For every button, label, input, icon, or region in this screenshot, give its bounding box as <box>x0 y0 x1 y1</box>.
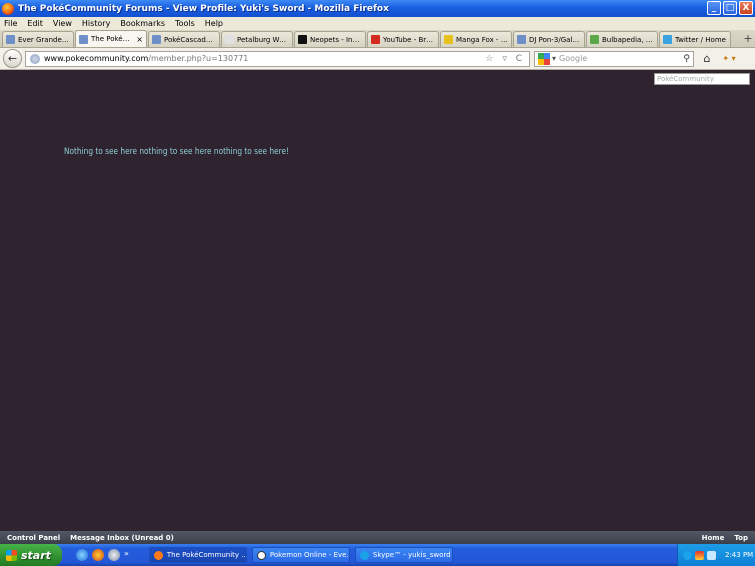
profile-message: Nothing to see here nothing to see here … <box>64 147 290 157</box>
mangafox-icon <box>444 35 453 44</box>
minimize-button[interactable]: _ <box>707 1 721 15</box>
page-icon <box>225 35 234 44</box>
window-titlebar: The PokéCommunity Forums - View Profile:… <box>0 0 755 17</box>
tab-ever-grande[interactable]: Ever Grande Cit... <box>2 31 74 47</box>
google-icon[interactable] <box>538 52 550 65</box>
search-input[interactable]: ▾ Google ⚲ <box>534 50 694 67</box>
search-placeholder: Google <box>559 54 588 63</box>
windows-logo-icon <box>6 549 17 561</box>
security-tray-icon[interactable] <box>695 550 704 560</box>
tab-label: Ever Grande Cit... <box>18 35 70 44</box>
home-link[interactable]: Home <box>702 534 725 542</box>
menu-help[interactable]: Help <box>205 19 223 28</box>
home-icon[interactable]: ⌂ <box>698 52 716 65</box>
tab-djpon3[interactable]: DJ Pon-3/Galler... <box>513 31 585 47</box>
tab-label: Twitter / Home <box>675 35 726 44</box>
firefox-icon <box>153 550 163 560</box>
firefox-icon <box>2 2 14 15</box>
tab-bulbapedia[interactable]: Bulbapedia, the... <box>586 31 658 47</box>
bulbapedia-icon <box>590 35 599 44</box>
top-link[interactable]: Top <box>734 534 748 542</box>
task-pokemon-online[interactable]: Pokemon Online - Eve... <box>251 547 350 563</box>
network-tray-icon[interactable] <box>707 550 716 560</box>
task-firefox[interactable]: The PokéCommunity ... <box>148 547 247 563</box>
window-controls: _ □ X <box>707 1 753 15</box>
url-bar[interactable]: www.pokecommunity.com/member.php?u=13077… <box>25 50 530 67</box>
globe-icon <box>30 53 40 64</box>
firefox-quicklaunch-icon[interactable] <box>92 549 104 561</box>
page-icon <box>6 35 15 44</box>
bookmark-star-icon[interactable]: ☆ ▿ C <box>485 54 525 64</box>
skype-icon <box>359 550 369 560</box>
star-icon <box>298 35 307 44</box>
menu-history[interactable]: History <box>82 19 110 28</box>
tab-pokecommunity[interactable]: The PokéCo... × <box>75 30 147 47</box>
menu-edit[interactable]: Edit <box>27 19 43 28</box>
site-search-input[interactable]: PokéCommunity <box>654 73 750 85</box>
windows-taskbar: start » The PokéCommunity ... Pokemon On… <box>0 544 755 566</box>
search-icon[interactable]: ⚲ <box>683 54 690 64</box>
search-engine-dropdown-icon[interactable]: ▾ <box>552 54 556 63</box>
new-tab-button[interactable]: + <box>741 31 755 47</box>
close-button[interactable]: X <box>739 1 753 15</box>
menu-file[interactable]: File <box>4 19 17 28</box>
maximize-button[interactable]: □ <box>723 1 737 15</box>
tab-label: YouTube - Broa... <box>383 35 435 44</box>
control-panel-link[interactable]: Control Panel <box>7 534 60 542</box>
tab-neopets[interactable]: Neopets - Inve... <box>294 31 366 47</box>
tab-twitter[interactable]: Twitter / Home <box>659 31 731 47</box>
message-inbox-link[interactable]: Message Inbox (Unread 0) <box>70 534 174 542</box>
tab-label: DJ Pon-3/Galler... <box>529 35 581 44</box>
forum-footer-bar: Control Panel Message Inbox (Unread 0) H… <box>0 531 755 544</box>
tab-petalburg[interactable]: Petalburg Woo... <box>221 31 293 47</box>
window-title: The PokéCommunity Forums - View Profile:… <box>18 3 389 14</box>
tab-pokecascade[interactable]: PokéCascade F... <box>148 31 220 47</box>
navigation-bar: ← www.pokecommunity.com/member.php?u=130… <box>0 48 755 70</box>
tab-close-icon[interactable]: × <box>136 35 143 44</box>
tab-label: Bulbapedia, the... <box>602 35 654 44</box>
start-label: start <box>21 548 51 562</box>
system-tray: 2:43 PM <box>677 544 755 566</box>
youtube-icon <box>371 35 380 44</box>
twitter-icon <box>663 35 672 44</box>
clock: 2:43 PM <box>725 551 754 559</box>
url-domain: www.pokecommunity.com <box>44 54 149 63</box>
quick-launch-more-icon[interactable]: » <box>124 549 129 561</box>
media-icon[interactable] <box>108 549 120 561</box>
pokeball-icon <box>256 550 266 560</box>
tab-label: The PokéCo... <box>91 35 135 43</box>
tab-youtube[interactable]: YouTube - Broa... <box>367 31 439 47</box>
task-label: Pokemon Online - Eve... <box>269 551 350 559</box>
addon-icon[interactable]: ✦ ▾ <box>720 54 738 63</box>
skype-tray-icon[interactable] <box>683 550 692 560</box>
start-button[interactable]: start <box>0 544 62 566</box>
back-button[interactable]: ← <box>3 49 22 68</box>
tab-label: Petalburg Woo... <box>237 35 289 44</box>
page-content: PokéCommunity Nothing to see here nothin… <box>0 71 755 531</box>
page-icon <box>517 35 526 44</box>
page-icon <box>152 35 161 44</box>
quick-launch: » <box>76 549 129 561</box>
url-path: /member.php?u=130771 <box>148 54 249 63</box>
menu-bar: File Edit View History Bookmarks Tools H… <box>0 17 755 30</box>
task-label: Skype™ - yukis_sword <box>372 551 451 559</box>
ie-icon[interactable] <box>76 549 88 561</box>
menu-view[interactable]: View <box>53 19 72 28</box>
tab-label: Manga Fox - Re... <box>456 35 508 44</box>
menu-tools[interactable]: Tools <box>175 19 195 28</box>
tab-label: PokéCascade F... <box>164 35 216 44</box>
tab-bar: Ever Grande Cit... The PokéCo...× PokéCa… <box>0 30 755 48</box>
task-skype[interactable]: Skype™ - yukis_sword <box>354 547 453 563</box>
tab-label: Neopets - Inve... <box>310 35 362 44</box>
task-label: The PokéCommunity ... <box>166 551 247 559</box>
menu-bookmarks[interactable]: Bookmarks <box>120 19 165 28</box>
page-icon <box>79 34 88 44</box>
tab-mangafox[interactable]: Manga Fox - Re... <box>440 31 512 47</box>
